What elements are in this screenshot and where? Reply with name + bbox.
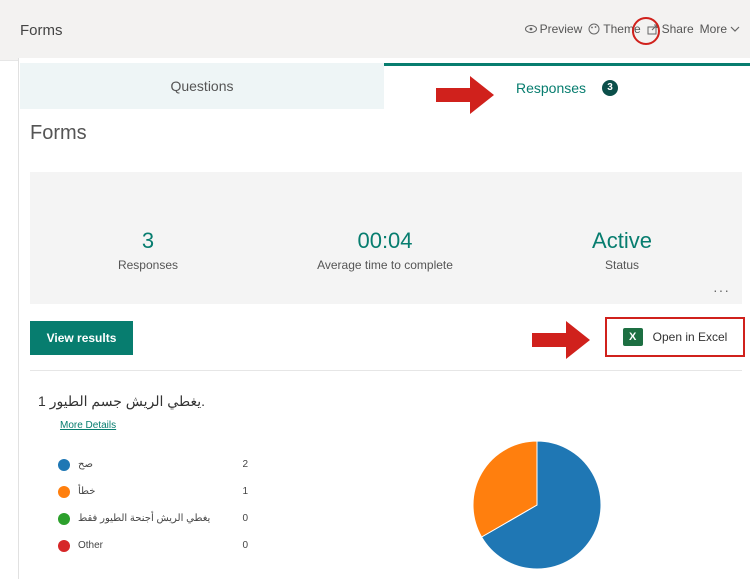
form-title: Forms <box>30 122 87 144</box>
legend-count: 0 <box>242 540 248 551</box>
legend-count: 2 <box>242 459 248 470</box>
section-divider <box>30 370 742 371</box>
preview-button[interactable]: Preview <box>524 22 583 36</box>
tab-responses-label: Responses <box>515 79 587 96</box>
stat-average-time: 00:04 Average time to complete <box>275 228 495 272</box>
more-button[interactable]: More <box>700 22 740 36</box>
legend-dot-icon <box>58 485 70 498</box>
legend-count: 0 <box>242 513 248 524</box>
stat-responses: 3 Responses <box>38 228 258 272</box>
legend-row: Other 0 <box>58 532 248 559</box>
more-label: More <box>699 22 727 36</box>
more-details-link[interactable]: More Details <box>60 420 116 431</box>
share-label: Share <box>661 22 694 36</box>
legend-row: يغطي الريش أجنحة الطيور فقط 0 <box>58 505 248 532</box>
palette-icon <box>588 23 600 35</box>
responses-count-badge: 3 <box>602 79 619 96</box>
legend-count: 1 <box>242 486 248 497</box>
legend-row: خطأ 1 <box>58 478 248 505</box>
stat-average-time-value: 00:04 <box>357 228 413 253</box>
open-in-excel-label: Open in Excel <box>652 330 728 344</box>
open-in-excel-button[interactable]: X Open in Excel <box>605 317 745 357</box>
eye-icon <box>524 25 537 33</box>
stat-average-time-label: Average time to complete <box>317 258 453 272</box>
stat-status-label: Status <box>604 258 640 272</box>
legend-label: صح <box>78 459 93 470</box>
question-title: يغطي الريش جسم الطيور 1. <box>38 393 205 410</box>
annotation-arrow-icon <box>532 321 590 359</box>
tab-questions-label: Questions <box>170 78 234 94</box>
app-title: Forms <box>20 22 63 39</box>
more-options-icon[interactable]: ··· <box>713 282 730 298</box>
stat-responses-label: Responses <box>117 258 179 272</box>
stat-status-value: Active <box>592 228 652 253</box>
legend-row: صح 2 <box>58 451 248 478</box>
stat-status: Active Status <box>512 228 732 272</box>
responses-pie-chart <box>472 440 602 570</box>
legend-dot-icon <box>58 512 70 525</box>
excel-icon: X <box>622 328 643 346</box>
view-results-button[interactable]: View results <box>30 321 133 355</box>
question-text: يغطي الريش جسم الطيور <box>49 393 202 409</box>
answer-legend: صح 2 خطأ 1 يغطي الريش أجنحة الطيور فقط 0… <box>58 451 248 559</box>
chevron-down-icon <box>730 26 740 32</box>
stat-responses-value: 3 <box>141 228 155 253</box>
preview-label: Preview <box>539 22 583 36</box>
legend-label: يغطي الريش أجنحة الطيور فقط <box>78 513 211 524</box>
share-highlight-circle <box>632 17 660 45</box>
legend-label: خطأ <box>78 486 96 497</box>
legend-dot-icon <box>58 539 70 552</box>
legend-label: Other <box>78 540 104 551</box>
tab-questions[interactable]: Questions <box>20 63 384 109</box>
legend-dot-icon <box>58 458 70 471</box>
annotation-arrow-icon <box>436 76 494 114</box>
